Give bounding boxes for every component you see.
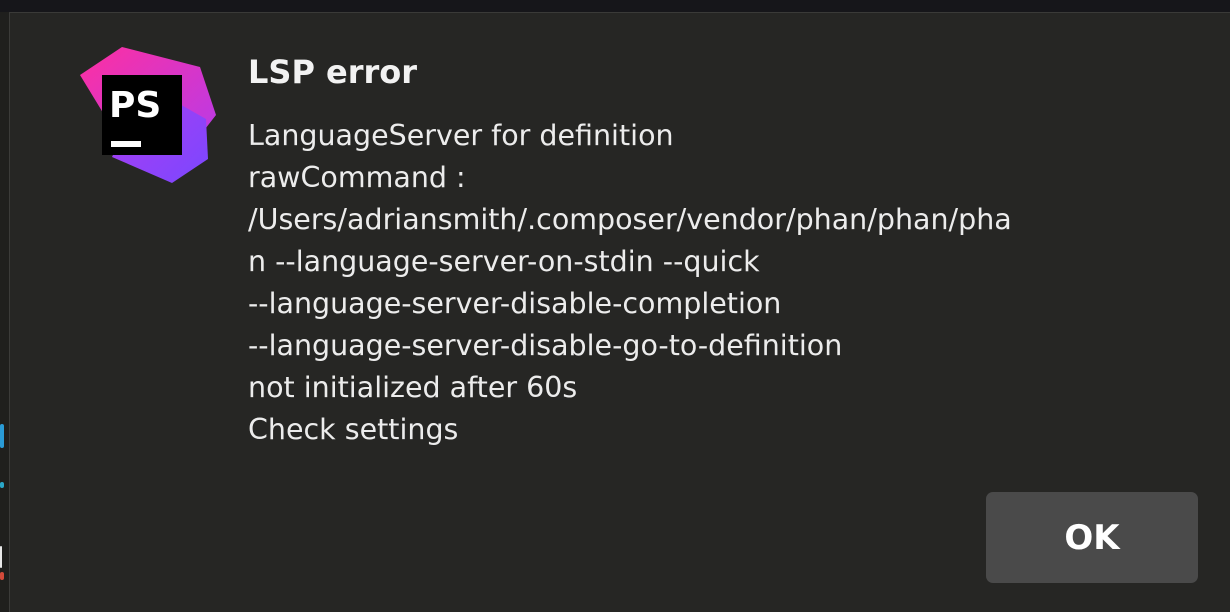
ok-button[interactable]: OK xyxy=(986,492,1198,583)
message-line: --language-server-disable-go-to-definiti… xyxy=(248,329,843,362)
message-line: rawCommand : xyxy=(248,161,466,194)
dialog-message: LanguageServer for definition rawCommand… xyxy=(248,115,1188,451)
message-line: LanguageServer for definition xyxy=(248,119,674,152)
message-line: Check settings xyxy=(248,413,459,446)
background-accent-mark-white xyxy=(0,546,2,568)
background-window-titlebar xyxy=(0,0,1230,13)
message-line: not initialized after 60s xyxy=(248,371,578,404)
background-accent-mark-teal xyxy=(0,482,4,488)
message-line: n --language-server-on-stdin --quick xyxy=(248,245,760,278)
background-accent-mark-red xyxy=(0,572,4,580)
phpstorm-icon-text: PS xyxy=(109,85,161,126)
dialog-title: LSP error xyxy=(248,53,418,91)
background-accent-mark-blue xyxy=(0,424,4,448)
lsp-error-dialog: PS LSP error LanguageServer for definiti… xyxy=(10,13,1230,612)
background-window-edge xyxy=(0,12,10,612)
message-line: /Users/adriansmith/.composer/vendor/phan… xyxy=(248,203,1012,236)
phpstorm-icon: PS xyxy=(80,47,216,183)
message-line: --language-server-disable-completion xyxy=(248,287,782,320)
